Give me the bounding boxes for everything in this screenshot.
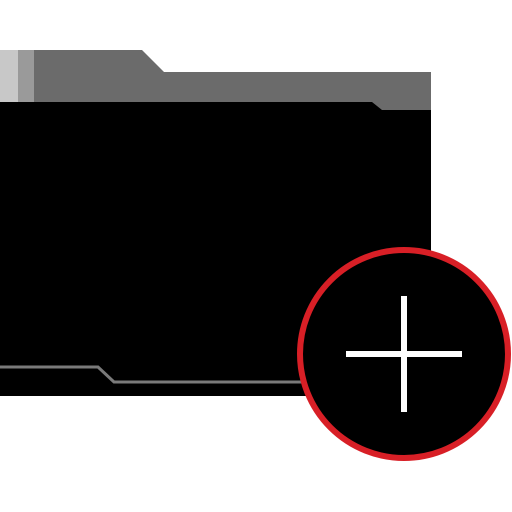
folder-tab	[0, 50, 431, 110]
folder-tab-highlight-light	[0, 50, 18, 102]
add-folder-icon-graphic	[0, 50, 511, 461]
folder-tab-highlight-mid	[18, 50, 34, 102]
add-folder-icon[interactable]	[0, 0, 512, 512]
plus-badge	[297, 247, 511, 461]
plus-icon-horizontal	[346, 351, 462, 357]
